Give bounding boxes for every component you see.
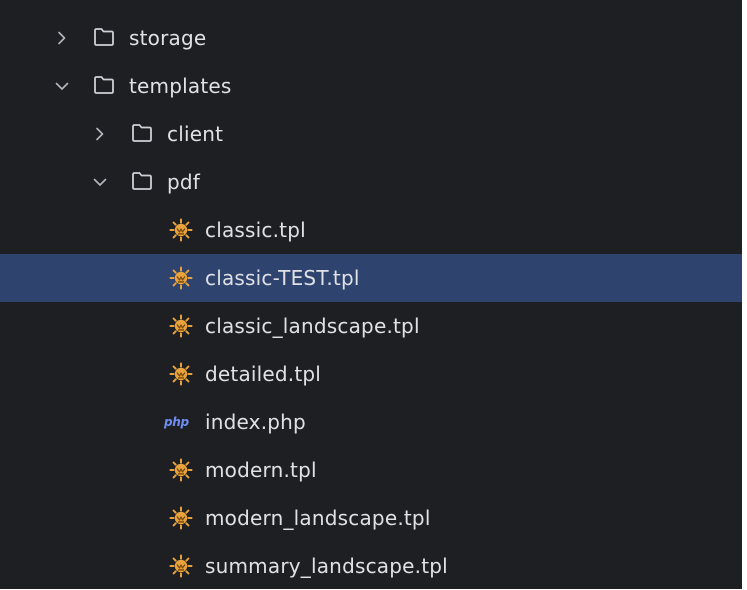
folder-icon xyxy=(93,75,115,95)
folder-icon xyxy=(131,171,153,191)
tree-file-classic-tpl[interactable]: classic.tpl xyxy=(0,206,742,254)
file-label: modern.tpl xyxy=(205,458,317,482)
folder-icon xyxy=(131,123,153,143)
folder-icon xyxy=(93,27,115,47)
tree-item-label: templates xyxy=(129,74,232,98)
chevron-down-icon[interactable] xyxy=(91,173,109,191)
tree-item-label: pdf xyxy=(167,170,201,194)
tree-file-classic-test-tpl[interactable]: classic-TEST.tpl xyxy=(0,254,742,302)
php-file-icon: php xyxy=(164,415,189,429)
file-label: index.php xyxy=(205,410,306,434)
project-tree-panel: storage templates client pdf classic.tpl… xyxy=(0,0,742,589)
tree-file-classic-landscape-tpl[interactable]: classic_landscape.tpl xyxy=(0,302,742,350)
smarty-template-icon xyxy=(169,506,193,530)
file-label: modern_landscape.tpl xyxy=(205,506,431,530)
tree-item-storage[interactable]: storage xyxy=(0,14,742,62)
tree-item-templates[interactable]: templates xyxy=(0,62,742,110)
project-tree: storage templates client pdf classic.tpl… xyxy=(0,14,742,590)
file-label: detailed.tpl xyxy=(205,362,322,386)
chevron-right-icon[interactable] xyxy=(91,125,109,143)
tree-file-modern-landscape-tpl[interactable]: modern_landscape.tpl xyxy=(0,494,742,542)
smarty-template-icon xyxy=(169,218,193,242)
tree-file-modern-tpl[interactable]: modern.tpl xyxy=(0,446,742,494)
tree-item-pdf[interactable]: pdf xyxy=(0,158,742,206)
file-label: classic_landscape.tpl xyxy=(205,314,420,338)
smarty-template-icon xyxy=(169,266,193,290)
tree-file-index-php[interactable]: php index.php xyxy=(0,398,742,446)
smarty-template-icon xyxy=(169,362,193,386)
smarty-template-icon xyxy=(169,314,193,338)
file-label: classic-TEST.tpl xyxy=(205,266,360,290)
smarty-template-icon xyxy=(169,458,193,482)
tree-item-label: client xyxy=(167,122,224,146)
chevron-down-icon[interactable] xyxy=(53,77,71,95)
tree-file-summary-landscape-tpl[interactable]: summary_landscape.tpl xyxy=(0,542,742,590)
tree-item-label: storage xyxy=(129,26,207,50)
tree-file-detailed-tpl[interactable]: detailed.tpl xyxy=(0,350,742,398)
smarty-template-icon xyxy=(169,554,193,578)
tree-item-client[interactable]: client xyxy=(0,110,742,158)
chevron-right-icon[interactable] xyxy=(53,29,71,47)
file-label: summary_landscape.tpl xyxy=(205,554,448,578)
file-label: classic.tpl xyxy=(205,218,306,242)
